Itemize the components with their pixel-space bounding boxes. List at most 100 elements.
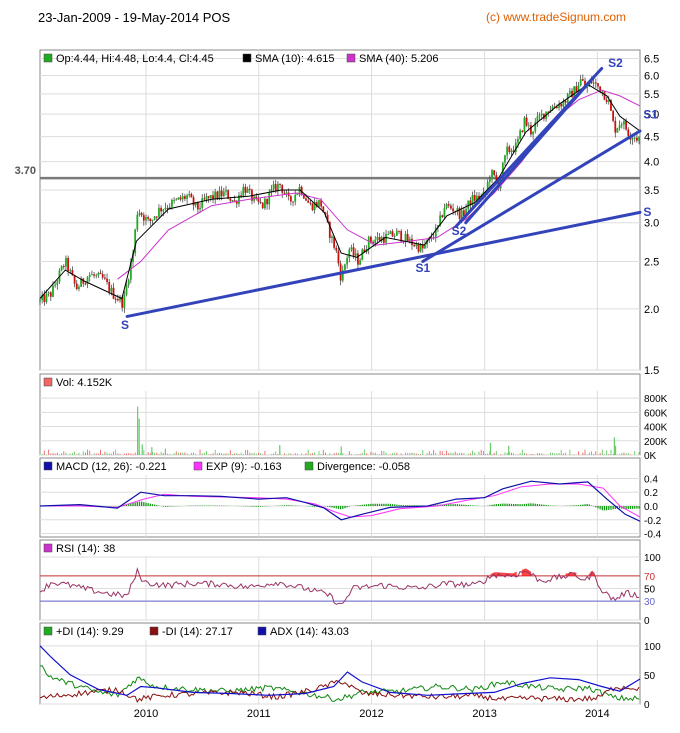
candle-body [199,207,201,210]
candle-body [527,125,530,127]
candle-body [246,188,249,193]
candle-body [186,195,188,199]
legend-label-rsi: RSI (14): 38 [56,543,115,555]
candle-body [337,250,340,264]
volume-tick-label: 800K [644,394,668,405]
candle-body [91,274,93,276]
candle-body [266,198,268,205]
candle-body [192,197,195,206]
candle-body [207,196,210,198]
candle-body [521,130,524,132]
candle-body [114,298,117,300]
candle-body [581,79,584,81]
candle-body [218,190,221,199]
candle-body [631,138,634,140]
candle-body [123,294,126,308]
purple-square-icon [43,543,53,553]
x-tick-label: 2012 [359,708,383,720]
candle-body [248,188,251,190]
candle-body [244,186,247,193]
candle-body [441,215,444,218]
dmi-tick-label: 50 [644,671,656,682]
candle-body [393,235,396,237]
candle-body [54,284,57,286]
candle-body [508,146,511,153]
candle-body [214,191,217,200]
candle-body [350,247,353,250]
candle-body [540,113,543,116]
candle-body [43,294,46,302]
candle-body [67,257,70,272]
candle-body [335,247,338,251]
candle-body [357,253,359,265]
candle-body [78,286,80,290]
candle-body [398,230,400,232]
candle-body [268,192,271,205]
panel-price [39,49,641,371]
trendline-end-label: S1 [643,107,658,121]
legend-label-vol: Vol: 4.152K [56,377,113,389]
candle-body [69,270,72,272]
candle-body [560,103,563,107]
candle-body [188,194,191,196]
candle-body [158,207,160,217]
candle-body [160,207,163,212]
candle-body [62,266,65,268]
candle-body [93,274,95,276]
trendline-end-label: S2 [608,56,623,70]
candle-body [445,204,448,209]
x-tick-label: 2010 [134,708,158,720]
candle-body [618,125,621,129]
candle-body [283,192,286,194]
trendline-label: S1 [415,261,430,275]
candle-body [225,190,227,192]
trendline-end-label: S [643,205,651,219]
candle-body [153,216,156,220]
candle-body [220,190,223,197]
candle-body [209,195,212,198]
candle-body [47,292,50,294]
candle-body [289,196,292,202]
macd-tick-label: -0.4 [644,530,662,541]
rsi-tick-label: 30 [644,597,656,608]
candle-body [614,120,617,133]
volume-tick-label: 0K [644,451,657,462]
candle-body [361,249,364,261]
candle-body [517,139,519,143]
price-tick-label: 4.5 [644,132,659,144]
candle-body [491,170,493,179]
pink-square-icon [43,377,53,387]
candle-body [419,244,422,252]
candle-body [376,237,379,240]
x-tick-label: 2013 [472,708,496,720]
candle-body [385,234,387,243]
candle-body [205,196,208,200]
rsi-tick-label: 0 [644,616,650,627]
candle-body [164,207,167,210]
candle-body [285,192,288,194]
candle-body [344,264,346,271]
candle-body [523,117,526,132]
candle-body [493,170,496,176]
legend-label-exp: EXP (9): -0.163 [206,461,282,473]
candle-body [374,239,377,244]
candle-body [73,275,76,284]
candle-body [417,243,420,252]
candle-body [39,299,41,302]
candle-body [60,266,63,271]
candle-body [49,292,52,297]
resistance-label: 3.70 [15,165,36,177]
candle-body [348,249,351,258]
candle-body [331,236,333,239]
legend-label-mdi: -DI (14): 27.17 [162,626,233,638]
candle-body [369,236,372,242]
candle-body [504,155,506,163]
candle-body [352,247,355,256]
candle-body [52,285,54,297]
blue-square-icon [257,626,267,636]
candle-body [65,257,67,267]
candle-body [97,272,100,276]
candle-body [411,238,413,246]
candle-body [473,195,476,201]
legend-label-div: Divergence: -0.058 [317,461,410,473]
